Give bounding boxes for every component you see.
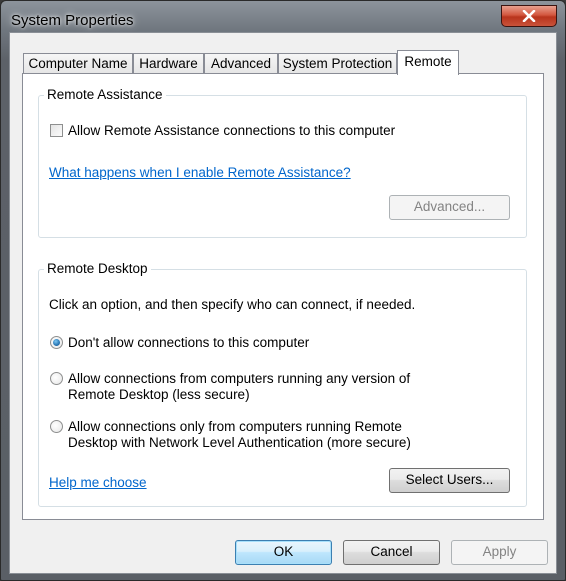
remote-assistance-group-label: Remote Assistance — [44, 87, 166, 102]
remote-assistance-help-link[interactable]: What happens when I enable Remote Assist… — [49, 165, 351, 180]
radio-allow-any-version-label-line1[interactable]: Allow connections from computers running… — [68, 371, 410, 387]
dialog-client-area: Computer Name Hardware Advanced System P… — [9, 32, 557, 574]
radio-dont-allow[interactable] — [50, 336, 63, 349]
tab-advanced[interactable]: Advanced — [204, 53, 278, 74]
tab-computer-name[interactable]: Computer Name — [23, 53, 133, 74]
radio-dont-allow-label[interactable]: Don't allow connections to this computer — [68, 335, 309, 351]
help-me-choose-link[interactable]: Help me choose — [49, 475, 147, 490]
radio-allow-nla-only[interactable] — [50, 420, 63, 433]
allow-remote-assistance-checkbox[interactable] — [50, 124, 63, 137]
remote-tab-panel: Remote Assistance Allow Remote Assistanc… — [22, 73, 544, 520]
radio-allow-nla-only-label-line1[interactable]: Allow connections only from computers ru… — [68, 419, 402, 435]
remote-desktop-group-label: Remote Desktop — [44, 261, 151, 276]
remote-desktop-instruction: Click an option, and then specify who ca… — [49, 297, 416, 312]
ok-button[interactable]: OK — [235, 540, 332, 565]
radio-allow-any-version-label-line2[interactable]: Remote Desktop (less secure) — [68, 387, 250, 403]
close-button[interactable] — [501, 5, 557, 27]
remote-assistance-advanced-button[interactable]: Advanced... — [389, 195, 510, 220]
window-title: System Properties — [11, 12, 134, 29]
tab-hardware[interactable]: Hardware — [133, 53, 204, 74]
allow-remote-assistance-label[interactable]: Allow Remote Assistance connections to t… — [68, 123, 395, 139]
select-users-button[interactable]: Select Users... — [389, 468, 510, 493]
close-icon — [522, 10, 536, 22]
cancel-button[interactable]: Cancel — [343, 540, 440, 565]
radio-allow-nla-only-label-line2[interactable]: Desktop with Network Level Authenticatio… — [68, 435, 411, 451]
tab-remote[interactable]: Remote — [397, 50, 459, 75]
apply-button[interactable]: Apply — [451, 540, 548, 565]
system-properties-window: System Properties Computer Name Hardware… — [0, 0, 566, 581]
radio-allow-any-version[interactable] — [50, 372, 63, 385]
tab-system-protection[interactable]: System Protection — [278, 53, 397, 74]
